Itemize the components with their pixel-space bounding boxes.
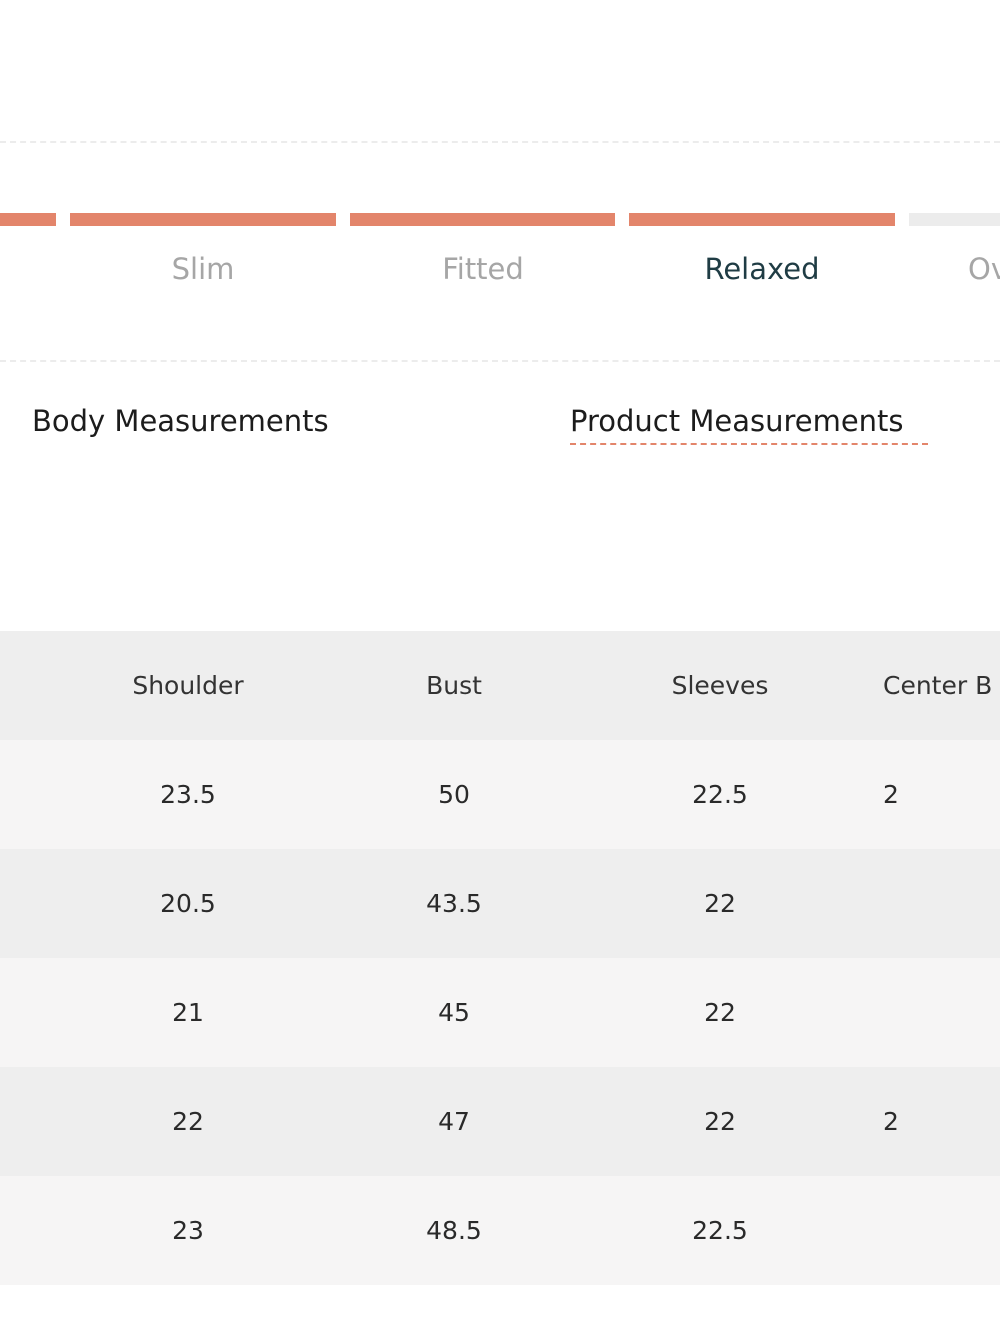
cell-center-back <box>853 1176 1000 1285</box>
column-header-center-back: Center B <box>883 671 993 700</box>
tab-product-measurements[interactable]: Product Measurements <box>570 401 904 441</box>
cell-bust: 48.5 <box>426 1216 482 1245</box>
tab-body-measurements[interactable]: Body Measurements <box>32 401 329 441</box>
cell-shoulder: 20.5 <box>160 889 216 918</box>
fit-bar-0 <box>0 213 56 226</box>
fit-label-fitted: Fitted <box>442 252 524 286</box>
cell-center-back: 2 <box>883 780 899 809</box>
table-row: 22 47 22 2 <box>0 1067 1000 1176</box>
fit-label-relaxed: Relaxed <box>704 252 820 286</box>
top-divider <box>0 141 1000 143</box>
cell-shoulder: 21 <box>172 998 204 1027</box>
cell-sleeves: 22 <box>704 998 736 1027</box>
fit-bar-3 <box>629 213 895 226</box>
table-row: 20.5 43.5 22 <box>0 849 1000 958</box>
column-header-shoulder: Shoulder <box>132 671 244 700</box>
fit-label-oversized: Ov <box>968 252 1000 286</box>
cell-shoulder: 22 <box>172 1107 204 1136</box>
table-row: 21 45 22 <box>0 958 1000 1067</box>
cell-bust: 45 <box>438 998 470 1027</box>
tab-product-underline <box>570 443 928 445</box>
table-row: 23 48.5 22.5 <box>0 1176 1000 1285</box>
middle-divider <box>0 360 1000 362</box>
column-header-bust: Bust <box>426 671 482 700</box>
cell-bust: 50 <box>438 780 470 809</box>
fit-bar-1 <box>70 213 336 226</box>
cell-shoulder: 23 <box>172 1216 204 1245</box>
cell-center-back <box>853 849 1000 958</box>
cell-sleeves: 22 <box>704 889 736 918</box>
cell-sleeves: 22.5 <box>692 780 748 809</box>
cell-center-back: 2 <box>883 1107 899 1136</box>
cell-sleeves: 22.5 <box>692 1216 748 1245</box>
fit-bar-2 <box>350 213 615 226</box>
fit-bar-4 <box>909 213 1000 226</box>
measurements-table: Shoulder Bust Sleeves Center B 23.5 50 2… <box>0 631 1000 1285</box>
cell-sleeves: 22 <box>704 1107 736 1136</box>
table-row: 23.5 50 22.5 2 <box>0 740 1000 849</box>
column-header-sleeves: Sleeves <box>671 671 769 700</box>
fit-label-slim: Slim <box>171 252 235 286</box>
cell-center-back <box>853 958 1000 1067</box>
cell-shoulder: 23.5 <box>160 780 216 809</box>
cell-bust: 47 <box>438 1107 470 1136</box>
table-header-row: Shoulder Bust Sleeves Center B <box>0 631 1000 740</box>
cell-bust: 43.5 <box>426 889 482 918</box>
